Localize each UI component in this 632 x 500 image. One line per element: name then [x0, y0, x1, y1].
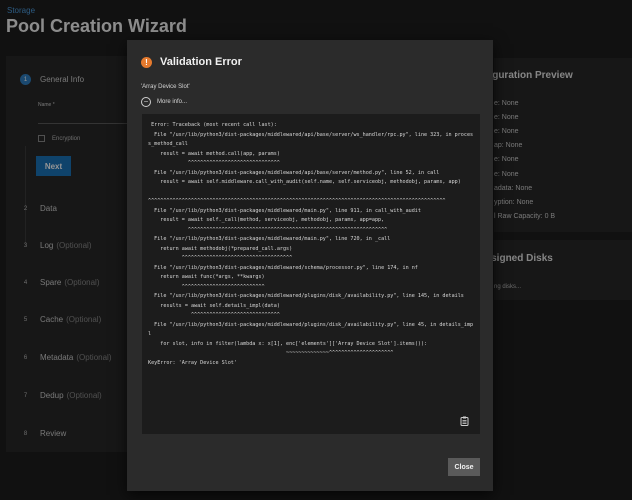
dialog-header: ! Validation Error [141, 56, 242, 68]
traceback-box: Error: Traceback (most recent call last)… [142, 114, 480, 434]
copy-icon[interactable] [460, 416, 469, 426]
validation-error-dialog: ! Validation Error 'Array Device Slot' −… [127, 40, 493, 491]
traceback-text: Error: Traceback (most recent call last)… [148, 122, 474, 366]
warning-icon: ! [141, 56, 152, 68]
error-message: 'Array Device Slot' [141, 84, 190, 90]
collapse-icon[interactable]: − [141, 97, 151, 107]
close-button[interactable]: Close [448, 458, 480, 476]
dialog-title: Validation Error [160, 56, 242, 68]
more-info-toggle[interactable]: − More info... [141, 97, 187, 107]
more-info-label[interactable]: More info... [157, 99, 187, 105]
